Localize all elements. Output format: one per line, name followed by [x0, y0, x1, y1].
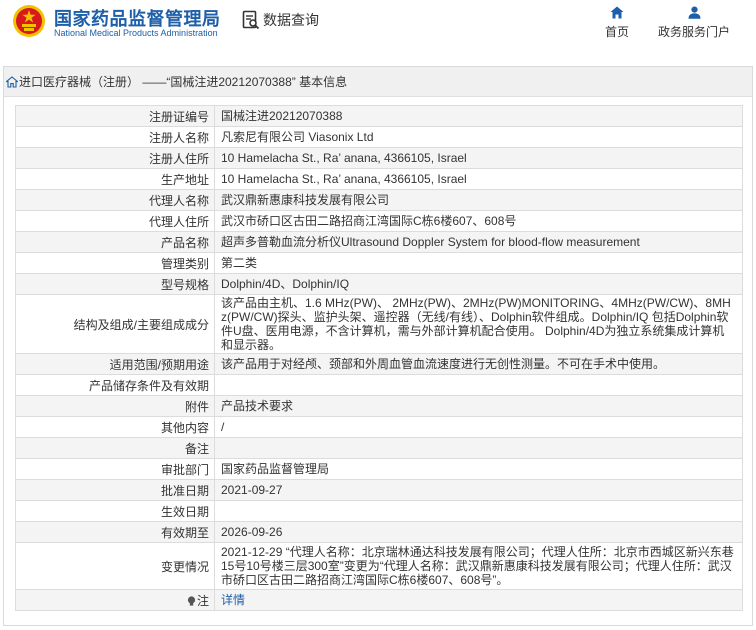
- panel-title-bar: 进口医疗器械（注册） ——“国械注进20212070388” 基本信息: [4, 67, 752, 97]
- field-value: 2021-09-27: [214, 479, 743, 501]
- table-row: 注 详情: [15, 589, 743, 611]
- field-value: 凡索尼有限公司 Viasonix Ltd: [214, 126, 743, 148]
- table-row: 代理人住所 武汉市硚口区古田二路招商江湾国际C栋6楼607、608号: [15, 210, 743, 232]
- site-header: 国家药品监督管理局 National Medical Products Admi…: [0, 0, 756, 56]
- field-label: 代理人住所: [15, 210, 215, 232]
- data-query-title: 数据查询: [242, 10, 319, 30]
- field-value: Dolphin/4D、Dolphin/IQ: [214, 273, 743, 295]
- field-value: [214, 500, 743, 522]
- field-value: 10 Hamelacha St., Ra’ anana, 4366105, Is…: [214, 168, 743, 190]
- table-row: 结构及组成/主要组成成分 该产品由主机、1.6 MHz(PW)、 2MHz(PW)…: [15, 294, 743, 354]
- table-row: 附件 产品技术要求: [15, 395, 743, 417]
- field-value: 2026-09-26: [214, 521, 743, 543]
- field-value: 产品技术要求: [214, 395, 743, 417]
- field-value: 2021-12-29 “代理人名称：北京瑞林通达科技发展有限公司；代理人住所：北…: [214, 542, 743, 590]
- table-row: 注册证编号 国械注进20212070388: [15, 105, 743, 127]
- field-value: 详情: [214, 589, 743, 611]
- data-query-label: 数据查询: [263, 12, 319, 28]
- table-row: 代理人名称 武汉鼎新惠康科技发展有限公司: [15, 189, 743, 211]
- table-row: 备注: [15, 437, 743, 459]
- field-value: 武汉市硚口区古田二路招商江湾国际C栋6楼607、608号: [214, 210, 743, 232]
- field-value: 国械注进20212070388: [214, 105, 743, 127]
- house-icon: [6, 76, 18, 88]
- field-value: 国家药品监督管理局: [214, 458, 743, 480]
- field-value: 该产品用于对经颅、颈部和外周血管血流速度进行无创性测量。不可在手术中使用。: [214, 353, 743, 375]
- note-label: 注: [196, 593, 209, 608]
- nav-gov-label: 政务服务门户: [657, 25, 730, 39]
- nav-home-label: 首页: [604, 25, 629, 39]
- info-panel: 进口医疗器械（注册） ——“国械注进20212070388” 基本信息 注册证编…: [3, 66, 753, 626]
- nav-home[interactable]: 首页: [601, 6, 633, 40]
- table-row: 适用范围/预期用途 该产品用于对经颅、颈部和外周血管血流速度进行无创性测量。不可在…: [15, 353, 743, 375]
- field-label: 注: [15, 589, 215, 611]
- field-value: [214, 437, 743, 459]
- field-label: 产品名称: [15, 231, 215, 253]
- brand-name-en: National Medical Products Administration: [54, 28, 218, 38]
- table-row: 有效期至 2026-09-26: [15, 521, 743, 543]
- home-icon: [610, 6, 624, 19]
- field-label: 注册人住所: [15, 147, 215, 169]
- table-row: 型号规格 Dolphin/4D、Dolphin/IQ: [15, 273, 743, 295]
- field-value: [214, 374, 743, 396]
- field-label: 其他内容: [15, 416, 215, 438]
- field-label: 审批部门: [15, 458, 215, 480]
- national-emblem-icon: [13, 5, 45, 37]
- field-label: 注册证编号: [15, 105, 215, 127]
- field-value: 超声多普勒血流分析仪Ultrasound Doppler System for …: [214, 231, 743, 253]
- user-icon: [688, 6, 700, 19]
- field-label: 生产地址: [15, 168, 215, 190]
- document-search-icon: [242, 10, 260, 30]
- nav-gov-service-portal[interactable]: 政务服务门户: [652, 6, 736, 40]
- field-label: 结构及组成/主要组成成分: [15, 294, 215, 354]
- field-label: 型号规格: [15, 273, 215, 295]
- field-label: 生效日期: [15, 500, 215, 522]
- table-row: 其他内容 /: [15, 416, 743, 438]
- field-label: 有效期至: [15, 521, 215, 543]
- field-label: 产品储存条件及有效期: [15, 374, 215, 396]
- table-row: 批准日期 2021-09-27: [15, 479, 743, 501]
- field-label: 批准日期: [15, 479, 215, 501]
- field-label: 备注: [15, 437, 215, 459]
- field-label: 变更情况: [15, 542, 215, 590]
- table-row: 管理类别 第二类: [15, 252, 743, 274]
- lightbulb-icon: [187, 595, 196, 606]
- table-row: 变更情况 2021-12-29 “代理人名称：北京瑞林通达科技发展有限公司；代理人…: [15, 542, 743, 590]
- panel-title: 进口医疗器械（注册） ——“国械注进20212070388” 基本信息: [19, 75, 348, 89]
- field-label: 附件: [15, 395, 215, 417]
- table-row: 产品名称 超声多普勒血流分析仪Ultrasound Doppler System …: [15, 231, 743, 253]
- device-detail-table: 注册证编号 国械注进20212070388 注册人名称 凡索尼有限公司 Viason…: [15, 105, 743, 611]
- table-row: 注册人名称 凡索尼有限公司 Viasonix Ltd: [15, 126, 743, 148]
- field-value: 10 Hamelacha St., Ra’ anana, 4366105, Is…: [214, 147, 743, 169]
- field-value: 武汉鼎新惠康科技发展有限公司: [214, 189, 743, 211]
- field-value: /: [214, 416, 743, 438]
- field-label: 代理人名称: [15, 189, 215, 211]
- table-row: 生产地址 10 Hamelacha St., Ra’ anana, 4366105…: [15, 168, 743, 190]
- field-value: 第二类: [214, 252, 743, 274]
- field-label: 管理类别: [15, 252, 215, 274]
- table-row: 产品储存条件及有效期: [15, 374, 743, 396]
- field-value: 该产品由主机、1.6 MHz(PW)、 2MHz(PW)、2MHz(PW)MON…: [214, 294, 743, 354]
- table-row: 注册人住所 10 Hamelacha St., Ra’ anana, 436610…: [15, 147, 743, 169]
- table-row: 审批部门 国家药品监督管理局: [15, 458, 743, 480]
- details-link[interactable]: 详情: [221, 593, 245, 607]
- field-label: 适用范围/预期用途: [15, 353, 215, 375]
- table-row: 生效日期: [15, 500, 743, 522]
- field-label: 注册人名称: [15, 126, 215, 148]
